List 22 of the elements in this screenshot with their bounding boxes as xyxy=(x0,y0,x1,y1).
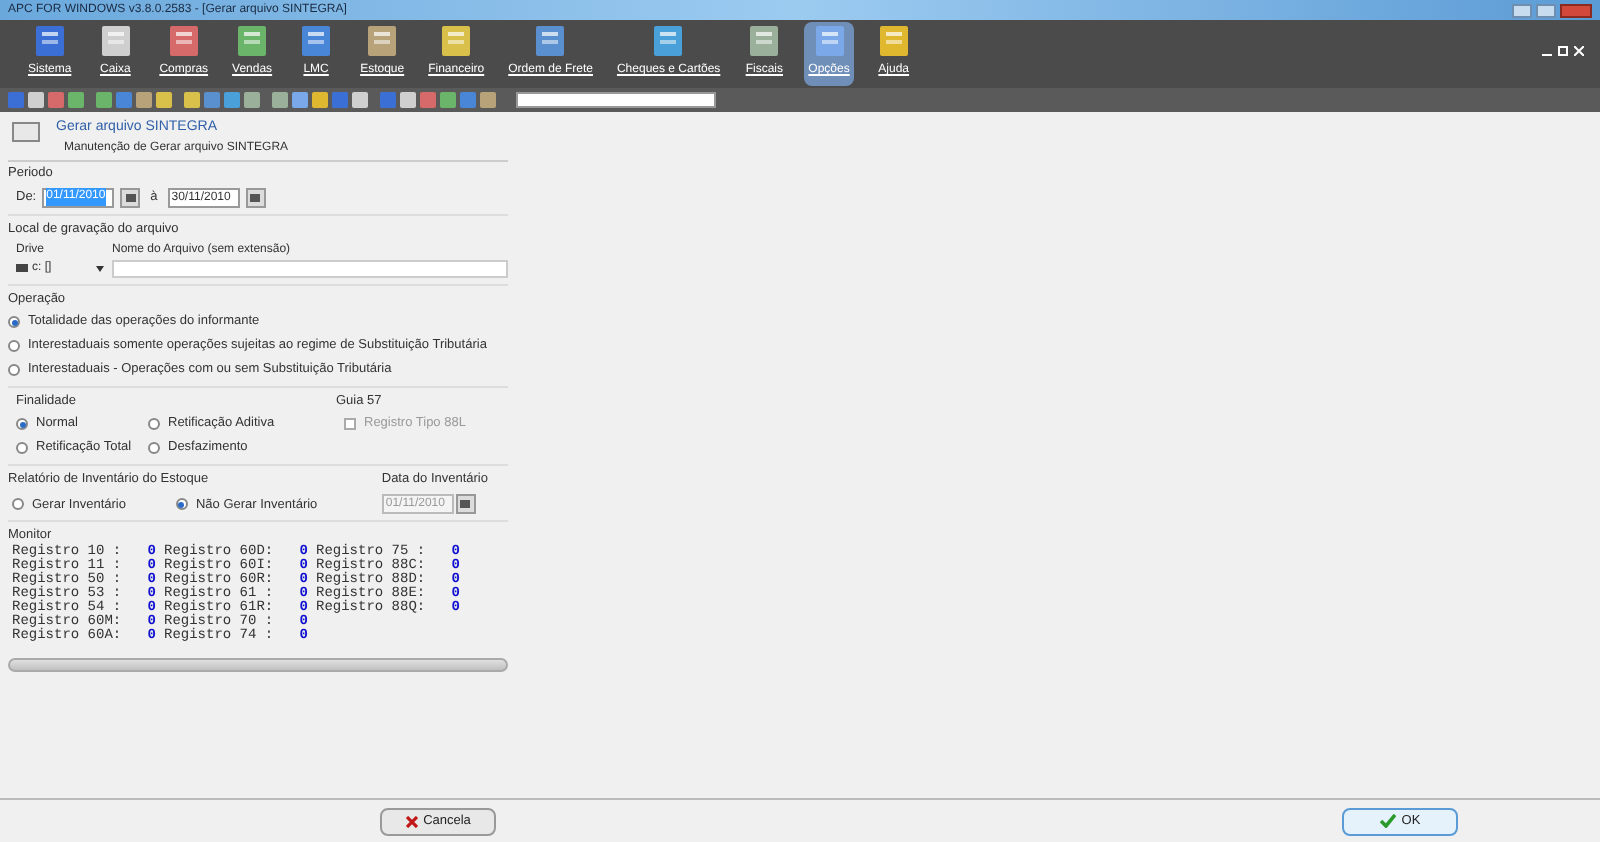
close-icon[interactable] xyxy=(1574,46,1584,56)
radio-button[interactable] xyxy=(8,363,20,376)
caret-icon xyxy=(96,265,104,271)
radio-button[interactable] xyxy=(148,441,160,454)
radio-button[interactable] xyxy=(8,339,20,352)
calendar-button[interactable] xyxy=(245,187,266,208)
calendar-button[interactable] xyxy=(120,187,141,208)
radio-button[interactable] xyxy=(8,316,20,329)
toolbar-combo[interactable] xyxy=(516,92,716,108)
check-icon xyxy=(1379,814,1396,828)
calendar-button[interactable] xyxy=(455,493,476,513)
close-icon xyxy=(405,815,418,827)
maximize-button[interactable] xyxy=(1536,3,1556,17)
radio-button[interactable] xyxy=(16,441,28,454)
restore-button[interactable] xyxy=(1558,46,1568,56)
filename-field[interactable] xyxy=(112,259,508,277)
radio-button[interactable] xyxy=(16,418,28,431)
form-icon xyxy=(12,122,40,142)
radio-button[interactable] xyxy=(175,498,188,511)
radio-button[interactable] xyxy=(148,418,160,431)
close-button[interactable] xyxy=(1560,3,1592,17)
radio-button[interactable] xyxy=(12,498,24,511)
